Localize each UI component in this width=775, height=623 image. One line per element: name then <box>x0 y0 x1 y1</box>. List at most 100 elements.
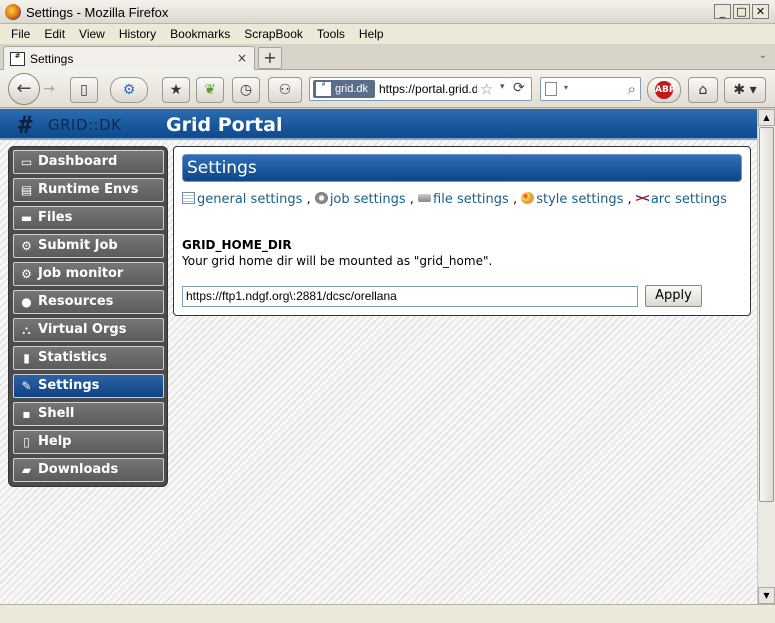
history-clock-button[interactable]: ◷ <box>232 77 260 103</box>
drive-icon <box>418 194 432 202</box>
grid-dk-logo[interactable]: # GRID::DK <box>18 112 138 138</box>
vertical-scrollbar[interactable]: ▲ ▼ <box>757 109 775 604</box>
url-dropdown-icon[interactable]: ▾ <box>500 82 505 92</box>
nav-item-label: Files <box>38 210 73 225</box>
new-tab-button[interactable]: + <box>258 47 282 69</box>
search-icon[interactable]: ⌕ <box>628 80 636 98</box>
tab-label: Settings <box>30 52 74 66</box>
home-button[interactable]: ⌂ <box>688 77 718 103</box>
bookmarks-star-button[interactable]: ★ <box>162 77 190 103</box>
nav-item-label: Downloads <box>38 462 119 477</box>
link-separator: , <box>627 192 632 207</box>
logo-text: GRID::DK <box>48 116 122 134</box>
menu-view[interactable]: View <box>72 24 112 44</box>
table-icon <box>182 192 195 204</box>
adblock-button[interactable]: ABP <box>647 77 681 103</box>
menu-bookmarks[interactable]: Bookmarks <box>163 24 237 44</box>
nav-item-virtual-orgs[interactable]: ⛬ Virtual Orgs <box>13 318 164 342</box>
tab-list-chevron-icon[interactable]: ⌄ <box>759 50 767 61</box>
site-identity-badge[interactable]: # grid.dk <box>313 80 375 98</box>
drive-icon: ▬ <box>20 211 33 225</box>
file-settings-link[interactable]: file settings <box>433 192 509 207</box>
palette-icon <box>521 192 535 204</box>
scrapbook-leaf-button[interactable]: ❦ <box>196 77 224 103</box>
menu-bar: File Edit View History Bookmarks ScrapBo… <box>0 24 775 44</box>
grid-home-dir-input[interactable]: https://ftp1.ndgf.org\:2881/dcsc/orellan… <box>182 286 638 307</box>
nav-item-resources[interactable]: ● Resources <box>13 290 164 314</box>
reload-icon[interactable]: ⟳ <box>513 80 525 96</box>
close-window-button[interactable]: ✕ <box>752 4 769 19</box>
wrench-icon: ✎ <box>21 379 32 393</box>
nav-item-label: Statistics <box>38 350 107 365</box>
menu-scrapbook[interactable]: ScrapBook <box>237 24 310 44</box>
nav-item-label: Resources <box>38 294 114 309</box>
style-settings-link[interactable]: style settings <box>536 192 623 207</box>
search-bar[interactable]: ▾ ⌕ <box>540 77 641 101</box>
search-engine-dropdown-icon[interactable]: ▾ <box>564 83 568 92</box>
scroll-up-icon[interactable]: ▲ <box>758 109 775 126</box>
link-separator: , <box>512 192 518 207</box>
tab-strip: # Settings × + ⌄ <box>0 44 775 70</box>
arc-settings-link[interactable]: arc settings <box>651 192 727 207</box>
nav-item-settings[interactable]: ✎ Settings <box>13 374 164 398</box>
grid-site-icon: # <box>316 82 331 96</box>
nav-item-downloads[interactable]: ▰ Downloads <box>13 458 164 482</box>
site-title: Grid Portal <box>166 114 283 136</box>
nav-item-runtime-envs[interactable]: ▤ Runtime Envs <box>13 178 164 202</box>
nav-item-label: Dashboard <box>38 154 118 169</box>
dashboard-icon: ▭ <box>20 155 33 169</box>
gear-icon: ⚙ <box>21 239 32 253</box>
search-engine-icon[interactable] <box>545 82 557 96</box>
menu-edit[interactable]: Edit <box>37 24 72 44</box>
nav-item-label: Job monitor <box>38 266 124 281</box>
bookmark-star-icon[interactable]: ☆ <box>480 80 493 98</box>
nav-item-label: Submit Job <box>38 238 118 253</box>
extension-menu-button[interactable]: ⚇ <box>268 77 302 103</box>
menu-history[interactable]: History <box>112 24 163 44</box>
menu-file[interactable]: File <box>4 24 37 44</box>
addon-gear-button[interactable]: ⚙ <box>110 77 148 103</box>
nav-item-statistics[interactable]: ▮ Statistics <box>13 346 164 370</box>
firefox-logo-icon <box>5 4 21 20</box>
apply-button[interactable]: Apply <box>645 285 702 307</box>
nav-item-help[interactable]: ▯ Help <box>13 430 164 454</box>
navigation-toolbar: ← → ▯ ⚙ ★ ❦ ◷ ⚇ # grid.dk https://portal… <box>0 70 775 108</box>
arc-icon <box>635 192 649 204</box>
network-icon: ⛬ <box>22 323 31 337</box>
link-separator: , <box>409 192 414 207</box>
job-settings-link[interactable]: job settings <box>330 192 406 207</box>
tab-settings[interactable]: # Settings × <box>3 46 255 70</box>
url-bar[interactable]: # grid.dk https://portal.grid.dk ☆ ▾ ⟳ <box>309 77 532 101</box>
menu-tools[interactable]: Tools <box>310 24 352 44</box>
nav-item-shell[interactable]: ▪ Shell <box>13 402 164 426</box>
forward-button[interactable]: → <box>38 78 60 100</box>
sidebar-toggle-button[interactable]: ▯ <box>70 77 98 103</box>
back-button[interactable]: ← <box>8 73 40 105</box>
extension-bug-button[interactable]: ✱ ▾ <box>724 77 766 103</box>
gear-icon: ⚙ <box>21 267 32 281</box>
left-navigation-menu: ▭ Dashboard ▤ Runtime Envs ▬ Files ⚙ Sub… <box>8 146 168 487</box>
page-title: Settings <box>187 158 257 178</box>
minimize-button[interactable]: _ <box>714 4 731 19</box>
nav-item-label: Runtime Envs <box>38 182 139 197</box>
settings-heading-bar: Settings <box>182 154 742 182</box>
nav-item-label: Virtual Orgs <box>38 322 127 337</box>
nav-item-submit-job[interactable]: ⚙ Submit Job <box>13 234 164 258</box>
nav-item-files[interactable]: ▬ Files <box>13 206 164 230</box>
tab-close-icon[interactable]: × <box>237 51 247 65</box>
general-settings-link[interactable]: general settings <box>197 192 302 207</box>
url-text[interactable]: https://portal.grid.dk <box>379 82 477 96</box>
nav-item-label: Shell <box>38 406 75 421</box>
field-description: Your grid home dir will be mounted as "g… <box>182 254 493 268</box>
status-bar <box>0 604 775 623</box>
site-header: # GRID::DK Grid Portal <box>0 109 757 140</box>
menu-help[interactable]: Help <box>352 24 391 44</box>
scroll-down-icon[interactable]: ▼ <box>758 587 775 604</box>
terminal-icon: ▪ <box>22 407 31 421</box>
scrollbar-thumb[interactable] <box>759 127 774 502</box>
page-content: # GRID::DK Grid Portal ▭ Dashboard ▤ Run… <box>0 109 757 604</box>
maximize-button[interactable]: □ <box>733 4 750 19</box>
nav-item-label: Help <box>38 434 72 449</box>
nav-item-dashboard[interactable]: ▭ Dashboard <box>13 150 164 174</box>
nav-item-job-monitor[interactable]: ⚙ Job monitor <box>13 262 164 286</box>
